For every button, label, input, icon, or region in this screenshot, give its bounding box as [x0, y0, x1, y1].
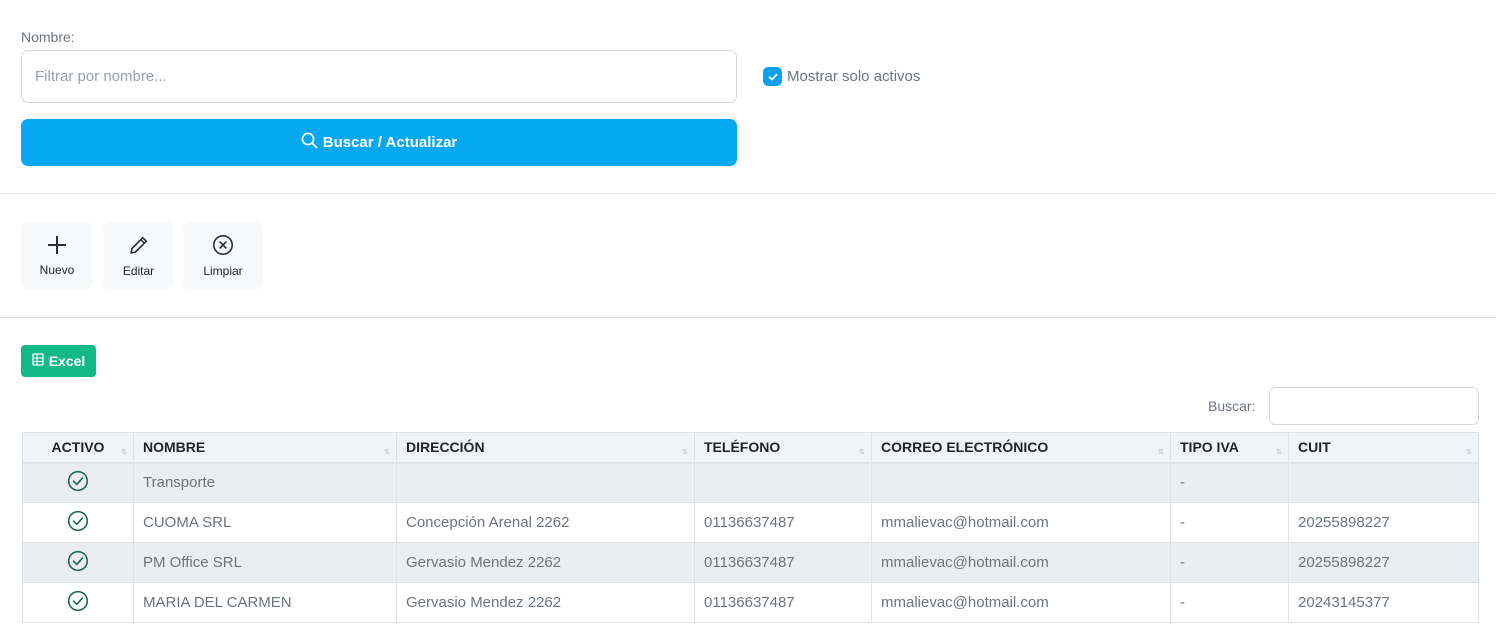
- sort-icon: ⇅: [1276, 448, 1282, 456]
- search-refresh-label: Buscar / Actualizar: [322, 134, 458, 151]
- tipo-iva-cell: -: [1170, 582, 1289, 623]
- edit-button-label: Editar: [122, 263, 155, 278]
- correo-cell: mmalievac@hotmail.com: [871, 502, 1171, 543]
- column-header-tipo-iva[interactable]: TIPO IVA ⇅: [1170, 432, 1289, 464]
- clear-button[interactable]: Limpiar: [183, 222, 263, 289]
- correo-cell: mmalievac@hotmail.com: [871, 542, 1171, 583]
- clear-button-label: Limpiar: [203, 263, 243, 278]
- edit-button[interactable]: Editar: [103, 222, 174, 289]
- nombre-cell: CUOMA SRL: [133, 502, 397, 543]
- active-cell: [22, 462, 134, 503]
- table-row[interactable]: Transporte -: [22, 462, 1479, 503]
- telefono-cell: [694, 462, 872, 503]
- new-button[interactable]: Nuevo: [21, 222, 93, 289]
- correo-cell: [871, 462, 1171, 503]
- column-header-correo[interactable]: CORREO ELECTRÓNICO ⇅: [871, 432, 1171, 464]
- nombre-cell: MARIA DEL CARMEN: [133, 582, 397, 623]
- search-icon: [301, 132, 318, 153]
- sort-icon: ⇅: [859, 448, 865, 456]
- telefono-cell: 01136637487: [694, 582, 872, 623]
- clients-table: ACTIVO ⇅ NOMBRE ⇅ DIRECCIÓN ⇅ TELÉFONO ⇅ COR…: [22, 432, 1479, 623]
- direccion-cell: Gervasio Mendez 2262: [396, 582, 695, 623]
- table-search-input[interactable]: [1269, 387, 1479, 425]
- divider: [0, 193, 1496, 194]
- excel-export-label: Excel: [48, 353, 86, 369]
- correo-cell: mmalievac@hotmail.com: [871, 582, 1171, 623]
- close-circle-icon: [212, 234, 234, 260]
- sort-icon: ⇅: [1466, 448, 1472, 456]
- direccion-cell: Gervasio Mendez 2262: [396, 542, 695, 583]
- active-only-label: Mostrar solo activos: [787, 68, 921, 85]
- cuit-cell: 20243145377: [1288, 582, 1479, 623]
- active-cell: [22, 502, 134, 543]
- cuit-cell: 20255898227: [1288, 542, 1479, 583]
- active-check-icon: [67, 470, 89, 496]
- column-header-direccion[interactable]: DIRECCIÓN ⇅: [396, 432, 695, 464]
- name-filter-input[interactable]: [21, 50, 737, 103]
- sort-icon: ⇅: [1158, 448, 1164, 456]
- tipo-iva-cell: -: [1170, 542, 1289, 583]
- direccion-cell: [396, 462, 695, 503]
- plus-icon: [47, 235, 67, 259]
- sort-icon: ⇅: [121, 448, 127, 456]
- table-row[interactable]: CUOMA SRL Concepción Arenal 2262 0113663…: [22, 502, 1479, 543]
- direccion-cell: Concepción Arenal 2262: [396, 502, 695, 543]
- active-check-icon: [67, 550, 89, 576]
- telefono-cell: 01136637487: [694, 502, 872, 543]
- column-header-activo[interactable]: ACTIVO ⇅: [22, 432, 134, 464]
- table-search-label: Buscar:: [1208, 398, 1256, 414]
- nombre-cell: Transporte: [133, 462, 397, 503]
- column-header-cuit[interactable]: CUIT ⇅: [1288, 432, 1479, 464]
- table-row[interactable]: MARIA DEL CARMEN Gervasio Mendez 2262 01…: [22, 582, 1479, 623]
- telefono-cell: 01136637487: [694, 542, 872, 583]
- cuit-cell: 20255898227: [1288, 502, 1479, 543]
- divider: [0, 317, 1496, 318]
- name-filter-label: Nombre:: [21, 29, 75, 45]
- active-only-checkbox[interactable]: Mostrar solo activos: [763, 67, 920, 86]
- spreadsheet-icon: [32, 353, 44, 369]
- active-cell: [22, 582, 134, 623]
- sort-icon: ⇅: [682, 448, 688, 456]
- active-cell: [22, 542, 134, 583]
- excel-export-button[interactable]: Excel: [21, 345, 96, 377]
- tipo-iva-cell: -: [1170, 502, 1289, 543]
- table-row[interactable]: PM Office SRL Gervasio Mendez 2262 01136…: [22, 542, 1479, 583]
- nombre-cell: PM Office SRL: [133, 542, 397, 583]
- cuit-cell: [1288, 462, 1479, 503]
- pencil-icon: [128, 234, 150, 260]
- active-check-icon: [67, 590, 89, 616]
- tipo-iva-cell: -: [1170, 462, 1289, 503]
- table-header-row: ACTIVO ⇅ NOMBRE ⇅ DIRECCIÓN ⇅ TELÉFONO ⇅ COR…: [22, 432, 1479, 464]
- search-refresh-button[interactable]: Buscar / Actualizar: [21, 119, 737, 166]
- column-header-nombre[interactable]: NOMBRE ⇅: [133, 432, 397, 464]
- checkbox-checked-icon[interactable]: [763, 67, 782, 86]
- new-button-label: Nuevo: [39, 262, 75, 277]
- active-check-icon: [67, 510, 89, 536]
- column-header-telefono[interactable]: TELÉFONO ⇅: [694, 432, 872, 464]
- sort-icon: ⇅: [384, 448, 390, 456]
